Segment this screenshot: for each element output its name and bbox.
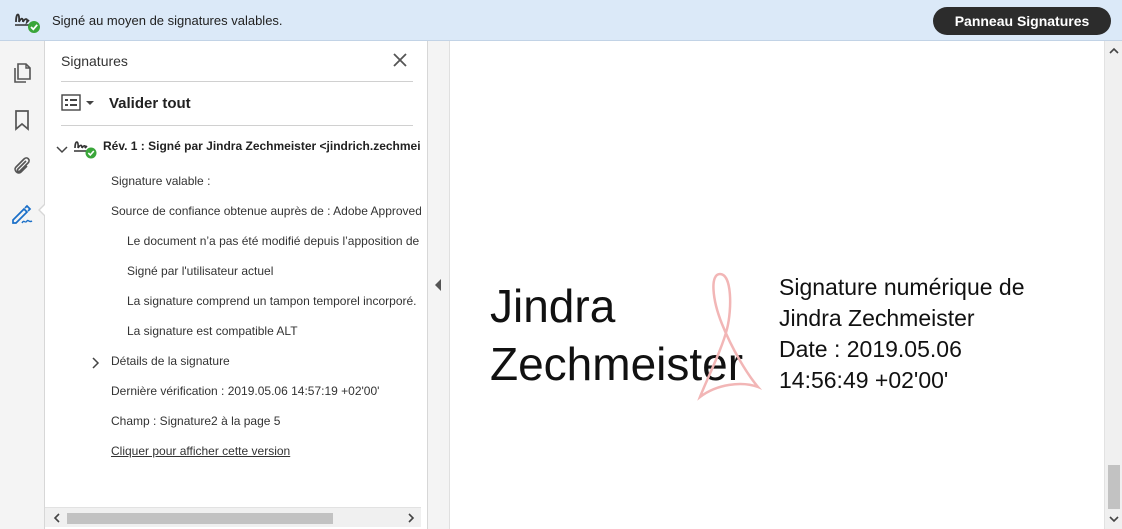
validate-all-button[interactable]: Valider tout [109,95,191,112]
bookmark-icon[interactable] [10,108,34,132]
details-line: 14:56:49 +02'00' [779,367,949,393]
signature-appearance-details: Signature numérique de Jindra Zechmeiste… [779,272,1025,396]
chevron-right-icon[interactable] [89,357,101,369]
signatures-panel: Signatures Valider tout Rév. 1 : Signé p… [45,41,428,529]
document-view: Jindra Zechmeister Signature numérique d… [450,41,1104,529]
collapse-panel-icon[interactable] [435,279,441,291]
close-icon[interactable] [389,49,411,71]
signature-status-bar: Signé au moyen de signatures valables. P… [0,0,1122,41]
scroll-left-icon[interactable] [51,512,63,524]
details-line: Date : 2019.05.06 [779,336,962,362]
signatures-panel-button[interactable]: Panneau Signatures [933,7,1111,35]
horizontal-scroll-thumb[interactable] [67,513,333,524]
signature-pen-icon[interactable] [10,202,34,226]
panel-divider [61,81,413,82]
navigation-rail [0,41,47,529]
acrobat-watermark-icon [697,272,762,401]
valid-signature-icon [15,13,40,33]
scroll-up-icon[interactable] [1108,45,1120,57]
trust-source-text: Source de confiance obtenue auprès de : … [111,204,421,218]
scroll-right-icon[interactable] [405,512,417,524]
last-check-text: Dernière vérification : 2019.05.06 14:57… [111,384,380,398]
scroll-down-icon[interactable] [1108,513,1120,525]
details-line: Signature numérique de [779,274,1025,300]
panel-divider [61,125,413,126]
field-text: Champ : Signature2 à la page 5 [111,414,281,428]
timestamp-text: La signature comprend un tampon temporel… [127,294,417,308]
pages-icon[interactable] [10,61,34,85]
chevron-down-icon[interactable] [56,143,68,155]
signature-status-message: Signé au moyen de signatures valables. [52,13,283,28]
vertical-scrollbar[interactable] [1104,41,1122,529]
horizontal-scrollbar[interactable] [45,507,421,527]
valid-signature-icon [74,141,97,159]
vertical-scroll-thumb[interactable] [1108,465,1120,509]
signature-details-item[interactable]: Détails de la signature [111,354,230,368]
panel-title: Signatures [61,53,128,69]
current-user-text: Signé par l'utilisateur actuel [127,264,274,278]
view-version-link[interactable]: Cliquer pour afficher cette version [111,444,290,458]
attachment-icon[interactable] [10,154,34,178]
alt-compatible-text: La signature est compatible ALT [127,324,298,338]
panel-splitter[interactable] [428,41,450,529]
unmodified-text: Le document n’a pas été modifié depuis l… [127,234,420,248]
options-menu-icon[interactable] [61,94,99,112]
details-line: Jindra Zechmeister [779,305,975,331]
signature-valid-text: Signature valable : [111,174,211,188]
signature-tree: Rév. 1 : Signé par Jindra Zechmeister <j… [45,131,421,507]
revision-label[interactable]: Rév. 1 : Signé par Jindra Zechmeister <j… [103,139,421,153]
